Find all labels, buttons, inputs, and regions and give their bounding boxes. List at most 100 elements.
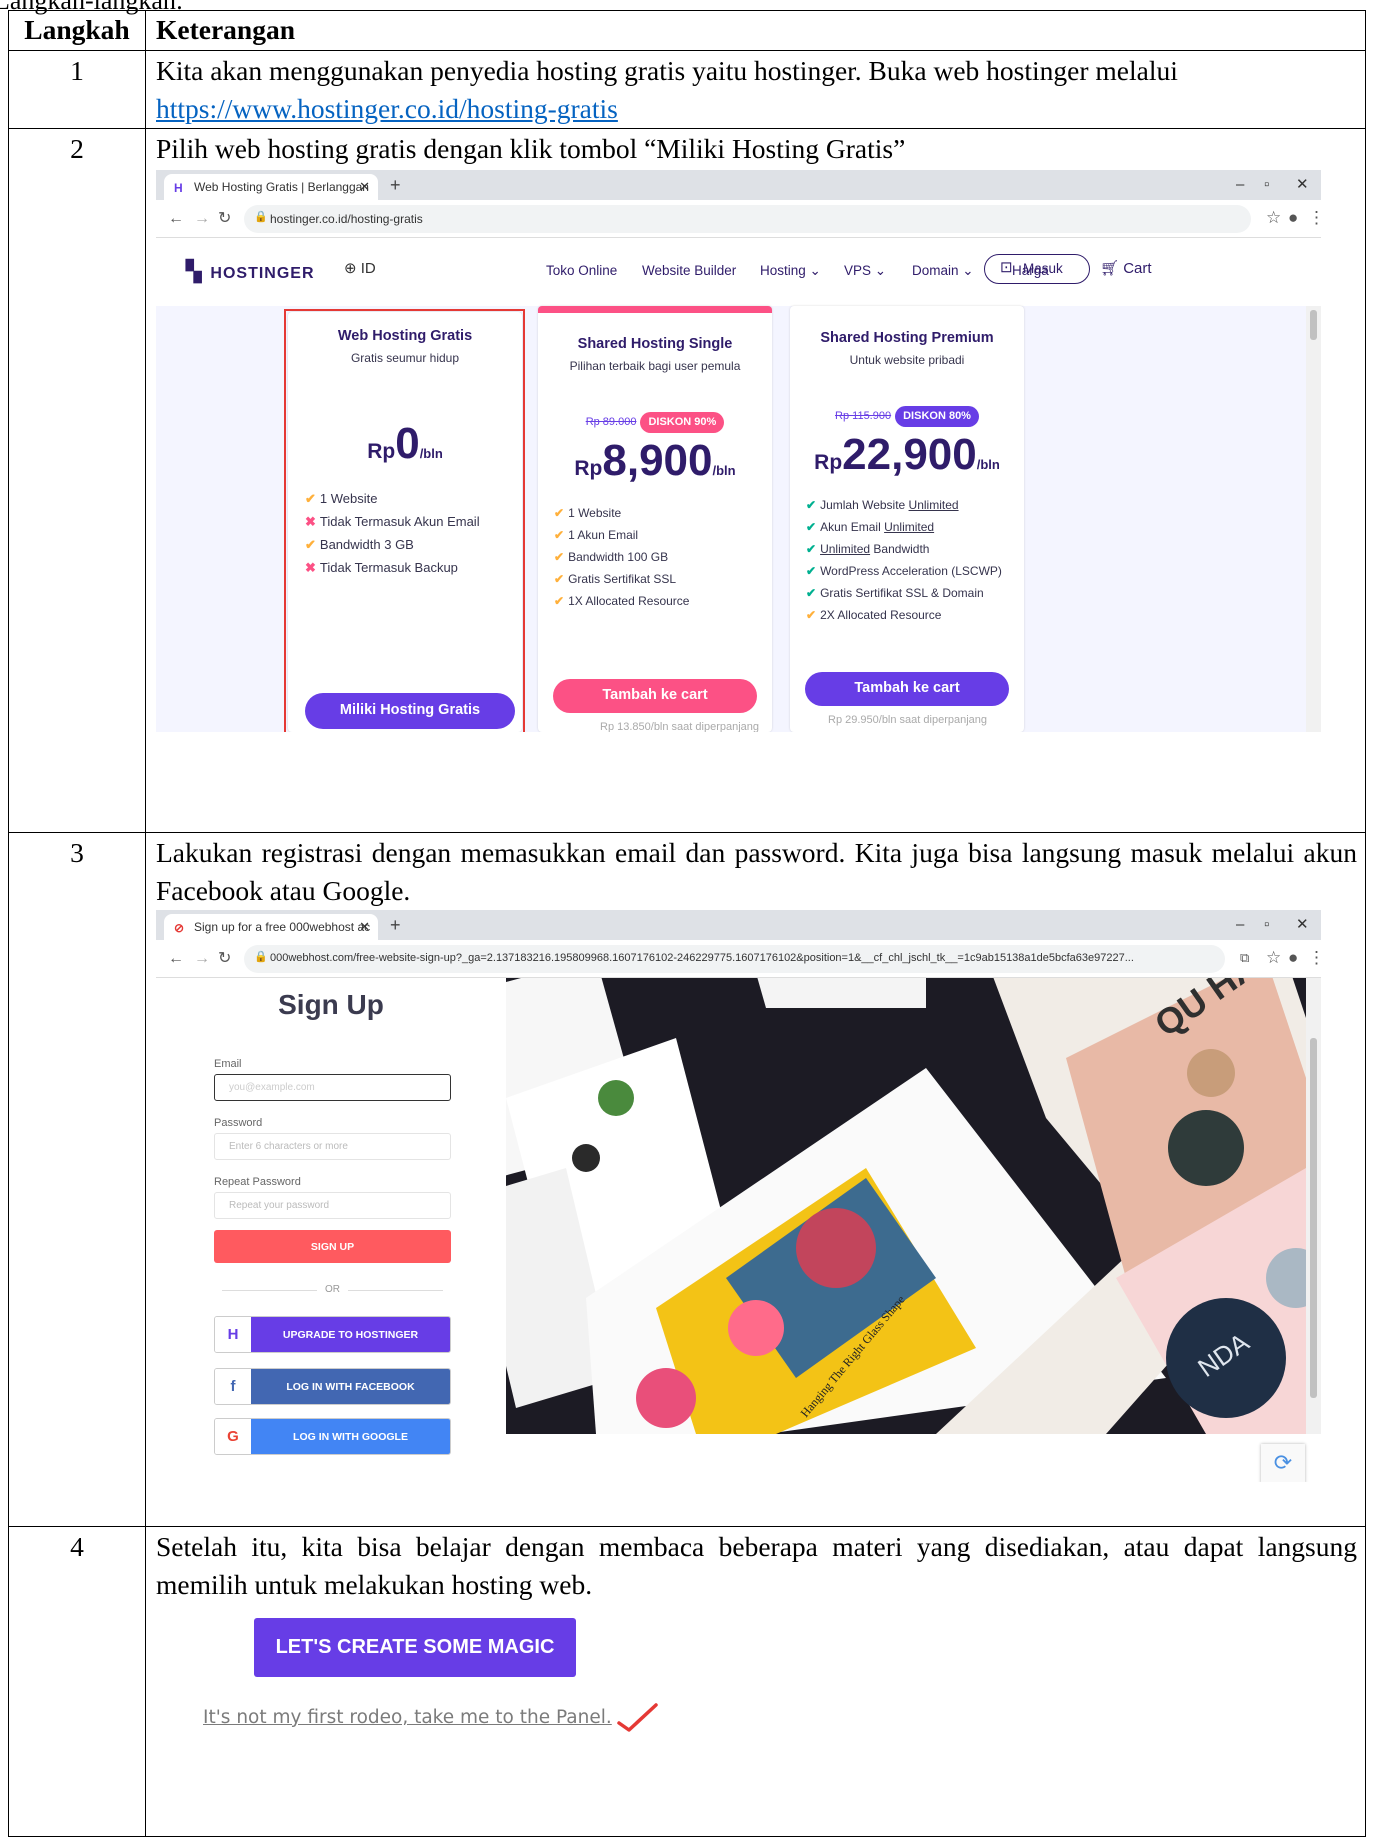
login-button[interactable]: ⊡ Masuk — [984, 254, 1090, 284]
minimize-icon[interactable]: – — [1236, 176, 1244, 194]
back-icon[interactable]: ← — [168, 209, 184, 228]
panel-link-row: It's not my first rodeo, take me to the … — [203, 1703, 1357, 1733]
feature-text: Akun Email — [820, 519, 885, 534]
unlimited-link[interactable]: Unlimited — [884, 520, 934, 534]
check-icon: ✔ — [806, 563, 817, 578]
menu-dots-icon[interactable]: ⋮ — [1308, 948, 1321, 968]
nav-hosting[interactable]: Hosting ⌄ — [760, 263, 821, 279]
price-discount-row: Rp 89.000 DISKON 90% — [538, 411, 772, 433]
feature-item: ✔ WordPress Acceleration (LSCWP) — [806, 564, 1024, 586]
scrollbar[interactable] — [1306, 978, 1321, 1434]
tab-title: Web Hosting Gratis | Berlanggan — [194, 180, 369, 194]
minimize-icon[interactable]: – — [1236, 916, 1244, 934]
step-number: 3 — [8, 832, 146, 1527]
plan-card-single: Shared Hosting Single Pilihan terbaik ba… — [538, 306, 772, 732]
profile-icon[interactable]: ● — [1288, 948, 1298, 968]
unlimited-link[interactable]: Unlimited — [820, 542, 870, 556]
google-label: LOG IN WITH GOOGLE — [251, 1419, 450, 1454]
hostinger-favicon-icon: H — [174, 181, 183, 195]
upgrade-hostinger-button[interactable]: H UPGRADE TO HOSTINGER — [214, 1316, 451, 1353]
old-price: Rp 89.000 — [585, 415, 637, 428]
url-field[interactable]: 🔒 000webhost.com/free-website-sign-up?_g… — [244, 945, 1225, 973]
feature-text: Jumlah Website — [820, 497, 909, 512]
browser-tab-bar: ⊘ Sign up for a free 000webhost ac ✕ + –… — [156, 910, 1321, 940]
deco-object — [572, 1144, 600, 1172]
feature-text: Gratis Sertifikat SSL — [568, 571, 677, 586]
feature-text: 1 Akun Email — [568, 527, 639, 542]
recaptcha-icon[interactable]: ⟳ — [1261, 1444, 1305, 1482]
step-description: Pilih web hosting gratis dengan klik tom… — [145, 128, 1366, 833]
feature-item: ✔ Jumlah Website Unlimited — [806, 498, 1024, 520]
translate-icon[interactable]: ⧉ — [1240, 950, 1249, 966]
scrollbar-thumb[interactable] — [1310, 1038, 1317, 1398]
old-price: Rp 115.900 — [835, 409, 892, 422]
repeat-password-field[interactable]: Repeat your password — [214, 1192, 451, 1219]
email-field[interactable]: you@example.com — [214, 1074, 451, 1101]
unlimited-link[interactable]: Unlimited — [909, 498, 959, 512]
decorative-collage: QU HARV Hanging The Right Glass Shape ND… — [506, 978, 1306, 1434]
panel-link[interactable]: It's not my first rodeo, take me to the … — [203, 1707, 612, 1728]
lantern-shape — [728, 1300, 784, 1356]
or-divider: OR — [214, 1284, 451, 1296]
reload-icon[interactable]: ↻ — [218, 209, 231, 228]
forward-icon[interactable]: → — [194, 949, 210, 968]
new-tab-icon[interactable]: + — [390, 915, 401, 937]
scrollbar-thumb[interactable] — [1310, 310, 1317, 340]
red-checkmark-icon — [617, 1703, 658, 1732]
facebook-login-button[interactable]: f LOG IN WITH FACEBOOK — [214, 1368, 451, 1405]
browser-tab[interactable]: ⊘ Sign up for a free 000webhost ac ✕ — [164, 914, 378, 940]
nav-domain[interactable]: Domain ⌄ — [912, 263, 974, 279]
close-window-icon[interactable]: ✕ — [1296, 176, 1309, 194]
menu-dots-icon[interactable]: ⋮ — [1308, 208, 1321, 228]
add-to-cart-button[interactable]: Tambah ke cart — [553, 679, 757, 713]
close-window-icon[interactable]: ✕ — [1296, 916, 1309, 934]
close-tab-icon[interactable]: ✕ — [359, 919, 370, 935]
password-field[interactable]: Enter 6 characters or more — [214, 1133, 451, 1160]
price-currency: Rp — [814, 450, 843, 474]
google-login-button[interactable]: G LOG IN WITH GOOGLE — [214, 1418, 451, 1455]
bookmark-star-icon[interactable]: ☆ — [1266, 948, 1281, 968]
nav-toko-online[interactable]: Toko Online — [546, 263, 617, 279]
column-header-step: Langkah — [8, 10, 146, 51]
reload-icon[interactable]: ↻ — [218, 949, 231, 968]
browser-tab[interactable]: H Web Hosting Gratis | Berlanggan ✕ — [164, 174, 378, 200]
step-description: Lakukan registrasi dengan memasukkan ema… — [145, 832, 1366, 1527]
step-text: Lakukan registrasi dengan memasukkan ema… — [156, 837, 1357, 906]
close-tab-icon[interactable]: ✕ — [359, 179, 370, 195]
profile-icon[interactable]: ● — [1288, 208, 1298, 228]
upgrade-label: UPGRADE TO HOSTINGER — [251, 1317, 450, 1352]
bookmark-star-icon[interactable]: ☆ — [1266, 208, 1281, 228]
feature-item: ✔ Gratis Sertifikat SSL & Domain — [806, 586, 1024, 608]
step-description: Setelah itu, kita bisa belajar dengan me… — [145, 1526, 1366, 1837]
hostinger-logo[interactable]: ▚ HOSTINGER — [186, 260, 315, 284]
maximize-icon[interactable]: ▫ — [1264, 176, 1269, 194]
plan-card-premium: Shared Hosting Premium Untuk website pri… — [790, 306, 1024, 732]
table-row: 1 Kita akan menggunakan penyedia hosting… — [8, 50, 1366, 129]
scrollbar[interactable] — [1306, 306, 1321, 732]
site-header: ▚ HOSTINGER ⊕ ID Toko Online Website Buil… — [156, 238, 1321, 306]
forward-icon[interactable]: → — [194, 209, 210, 228]
highlight-box — [284, 309, 525, 732]
maximize-icon[interactable]: ▫ — [1264, 916, 1269, 934]
nav-website-builder[interactable]: Website Builder — [642, 263, 736, 279]
globe-icon: ⊕ — [344, 260, 357, 277]
url-field[interactable]: 🔒 hostinger.co.id/hosting-gratis — [244, 205, 1251, 233]
back-icon[interactable]: ← — [168, 949, 184, 968]
price-discount-row: Rp 115.900 DISKON 80% — [790, 405, 1024, 427]
feature-text: 1 Website — [568, 505, 622, 520]
email-label: Email — [214, 1058, 242, 1070]
feature-text: Bandwidth 100 GB — [568, 549, 669, 564]
hostinger-link[interactable]: https://www.hostinger.co.id/hosting-grat… — [156, 93, 618, 124]
person-shape — [1168, 1110, 1244, 1186]
new-tab-icon[interactable]: + — [390, 175, 401, 197]
create-magic-button[interactable]: LET'S CREATE SOME MAGIC — [254, 1618, 576, 1677]
hostinger-logo-icon: ▚ — [186, 261, 203, 283]
signup-button[interactable]: SIGN UP — [214, 1230, 451, 1263]
hostinger-icon: H — [215, 1317, 251, 1352]
url-text: 000webhost.com/free-website-sign-up?_ga=… — [270, 952, 1134, 964]
add-to-cart-button[interactable]: Tambah ke cart — [805, 672, 1009, 706]
cart-link[interactable]: 🛒︎ Cart — [1100, 260, 1152, 278]
lantern-shape — [796, 1208, 876, 1288]
nav-vps[interactable]: VPS ⌄ — [844, 263, 886, 279]
language-selector[interactable]: ⊕ ID — [344, 260, 376, 278]
